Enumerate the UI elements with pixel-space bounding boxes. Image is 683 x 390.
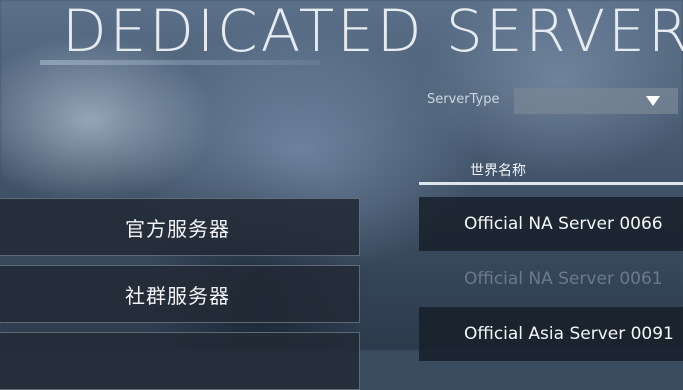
server-type-dropdown[interactable]: [514, 88, 678, 114]
page-title: DEDICATED SERVER: [62, 0, 683, 65]
official-servers-button[interactable]: 官方服务器: [0, 198, 360, 256]
world-name-column-header: 世界名称: [470, 163, 526, 179]
server-type-label: ServerType: [427, 92, 500, 107]
dropdown-arrow-icon: [646, 96, 660, 106]
menu-button-3[interactable]: [0, 332, 360, 390]
server-list-item[interactable]: Official NA Server 0061: [419, 252, 683, 306]
server-list-item[interactable]: Official NA Server 0066: [419, 197, 683, 251]
community-servers-button[interactable]: 社群服务器: [0, 265, 360, 323]
server-list-item[interactable]: Official Asia Server 0091: [419, 307, 683, 361]
header-divider: [419, 182, 683, 185]
